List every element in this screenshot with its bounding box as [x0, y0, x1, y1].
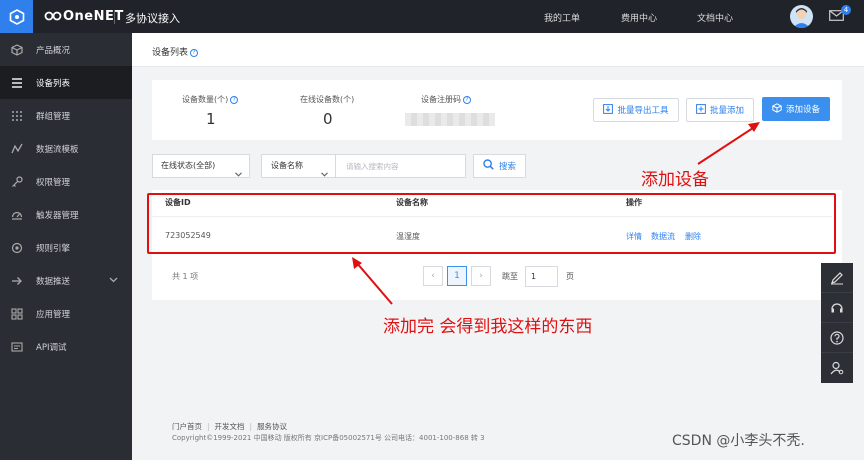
user-search-icon [830, 361, 844, 375]
headset-icon [831, 302, 843, 312]
footer-separator: | [249, 422, 253, 431]
annotation-add-device: 添加设备 [641, 170, 709, 190]
copyright: Copyright©1999-2021 中国移动 版权所有 京ICP备05002… [172, 434, 485, 442]
watermark: CSDN @小李头不秃. [672, 433, 805, 449]
annotation-arrows [352, 122, 760, 305]
footer-links: 门户首页 | 开发文档 | 服务协议 [172, 421, 287, 432]
arrow-to-table [355, 261, 393, 305]
question-icon [830, 330, 844, 345]
footer-link-terms[interactable]: 服务协议 [257, 422, 287, 431]
help-button[interactable] [821, 323, 853, 353]
edit-feedback-button[interactable] [821, 263, 853, 293]
footer-separator: | [207, 422, 210, 431]
floating-toolbar [821, 263, 853, 383]
annotation-result: 添加完 会得到我这样的东西 [383, 317, 593, 337]
pencil-icon [831, 271, 843, 284]
arrow-to-add-device [697, 125, 757, 165]
customer-service-button[interactable] [821, 293, 853, 323]
user-feedback-button[interactable] [821, 353, 853, 383]
footer-link-docs[interactable]: 开发文档 [215, 422, 245, 431]
footer-link-home[interactable]: 门户首页 [172, 422, 202, 431]
